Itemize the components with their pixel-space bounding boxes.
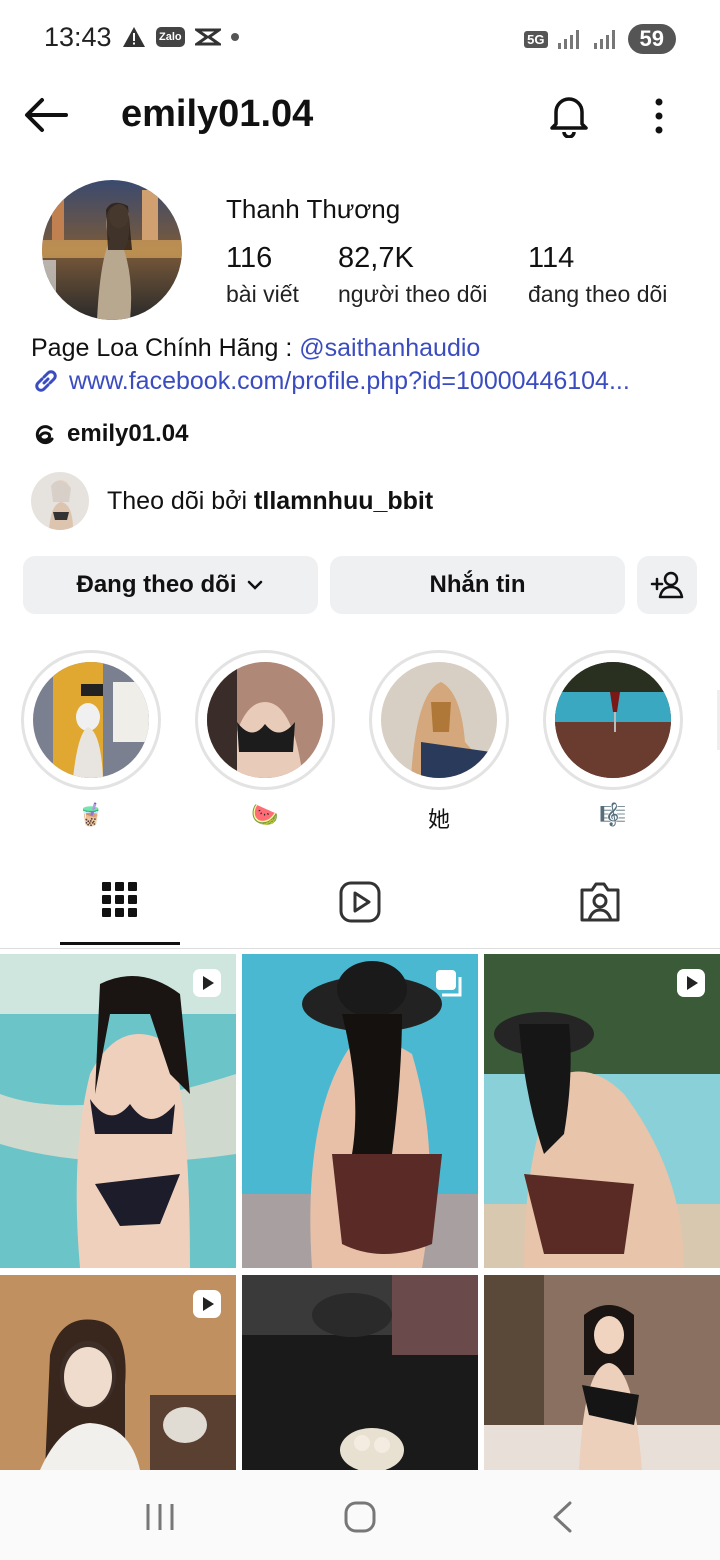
stat-posts-value: 116 (226, 242, 273, 274)
followed-by[interactable]: Theo dõi bởi tllamnhuu_bbit (31, 472, 433, 530)
reel-icon (193, 969, 221, 997)
profile-link[interactable]: www.facebook.com/profile.php?id=10000446… (31, 366, 630, 396)
suggest-people-button[interactable] (637, 556, 697, 614)
following-button-label: Đang theo dõi (76, 571, 237, 598)
post-thumbnail[interactable] (0, 954, 236, 1268)
stat-posts[interactable]: 116 bài viết (226, 242, 299, 308)
highlight-ring (195, 650, 335, 790)
message-button[interactable]: Nhắn tin (330, 556, 625, 614)
highlight-label: 🍉 (251, 802, 279, 827)
highlight-label: 🧋 (77, 802, 105, 827)
post-image (484, 1275, 720, 1470)
highlight-cover (207, 662, 323, 778)
highlight-item[interactable]: 她 (369, 650, 509, 834)
highlight-label: 🎼 (599, 802, 627, 827)
chevron-down-icon (248, 580, 263, 590)
stat-following-label: đang theo dõi (528, 281, 668, 307)
post-thumbnail[interactable] (242, 1275, 478, 1470)
highlight-photo (381, 662, 497, 778)
post-image (484, 954, 720, 1268)
bell-icon[interactable] (548, 92, 590, 138)
status-left-icons: Zalo (122, 26, 239, 48)
battery-indicator: 59 (627, 24, 676, 54)
post-thumbnail[interactable] (484, 954, 720, 1268)
message-button-label: Nhắn tin (429, 571, 526, 598)
link-icon (35, 370, 57, 392)
followed-by-user: tllamnhuu_bbit (254, 486, 434, 515)
post-image (0, 954, 236, 1268)
highlight-photo (555, 662, 671, 778)
zalo-icon: Zalo (156, 27, 185, 47)
grid-icon[interactable] (102, 880, 138, 924)
followed-by-prefix: Theo dõi bởi (107, 486, 255, 515)
carousel-icon (436, 970, 462, 997)
status-right-icons: 5G 59 (524, 24, 676, 54)
stat-followers-label: người theo dõi (338, 281, 488, 307)
stat-followers[interactable]: 82,7K người theo dõi (338, 242, 487, 308)
post-thumbnail[interactable] (484, 1275, 720, 1470)
post-thumbnail[interactable] (242, 954, 478, 1268)
threads-badge[interactable]: emily01.04 (31, 420, 188, 448)
highlight-cover (381, 662, 497, 778)
highlight-ring (21, 650, 161, 790)
highlight-item[interactable]: 🎼 (543, 650, 683, 828)
highlight-photo (207, 662, 323, 778)
highlight-item[interactable]: 🧋 (21, 650, 161, 828)
highlight-photo (33, 662, 149, 778)
bio-mention-link[interactable]: @saithanhaudio (299, 334, 480, 362)
status-time: 13:43 (44, 22, 112, 52)
capcut-icon (194, 28, 221, 46)
tagged-icon[interactable] (578, 880, 622, 924)
avatar-photo (42, 180, 182, 320)
profile-tabs (0, 860, 720, 949)
page-title: emily01.04 (121, 93, 314, 135)
back-arrow-icon[interactable] (22, 94, 70, 136)
profile-link-text: www.facebook.com/profile.php?id=10000446… (69, 366, 630, 395)
profile-avatar[interactable] (42, 180, 182, 320)
following-button[interactable]: Đang theo dõi (23, 556, 318, 614)
more-options-icon[interactable] (646, 96, 672, 136)
stat-posts-label: bài viết (226, 281, 299, 307)
active-tab-indicator (60, 942, 180, 945)
dot-icon (230, 33, 239, 41)
signal-icon-2 (593, 30, 615, 49)
stat-following[interactable]: 114 đang theo dõi (528, 242, 667, 308)
post-image (242, 954, 478, 1268)
post-thumbnail[interactable] (0, 1275, 236, 1470)
highlight-label: 她 (427, 807, 450, 832)
highlight-cover (33, 662, 149, 778)
threads-handle: emily01.04 (67, 420, 189, 447)
follower-avatar-photo (31, 472, 89, 530)
highlight-cover (555, 662, 671, 778)
highlight-ring (369, 650, 509, 790)
warning-icon (123, 27, 145, 47)
threads-icon (35, 425, 54, 445)
back-nav-icon[interactable] (550, 1500, 574, 1534)
highlight-item[interactable]: 🍉 (195, 650, 335, 828)
signal-icon (557, 30, 579, 49)
bio-text: Page Loa Chính Hãng : (31, 334, 300, 362)
profile-full-name: Thanh Thương (226, 194, 401, 224)
add-person-icon (650, 571, 684, 599)
reel-icon (193, 1290, 221, 1318)
stat-following-value: 114 (528, 242, 575, 274)
status-bar: 13:43 Zalo 5G 59 (0, 0, 720, 80)
stat-followers-value: 82,7K (338, 242, 414, 274)
home-icon[interactable] (343, 1500, 377, 1534)
highlight-ring (543, 650, 683, 790)
bio: Page Loa Chính Hãng : @saithanhaudio (31, 334, 480, 363)
recent-apps-icon[interactable] (144, 1502, 176, 1532)
follower-avatar (31, 472, 89, 530)
reel-icon (677, 969, 705, 997)
followed-by-text: Theo dõi bởi tllamnhuu_bbit (107, 487, 433, 516)
reels-icon[interactable] (338, 880, 382, 924)
network-label: 5G (524, 30, 548, 48)
post-image (242, 1275, 478, 1470)
system-nav-bar (0, 1470, 720, 1560)
